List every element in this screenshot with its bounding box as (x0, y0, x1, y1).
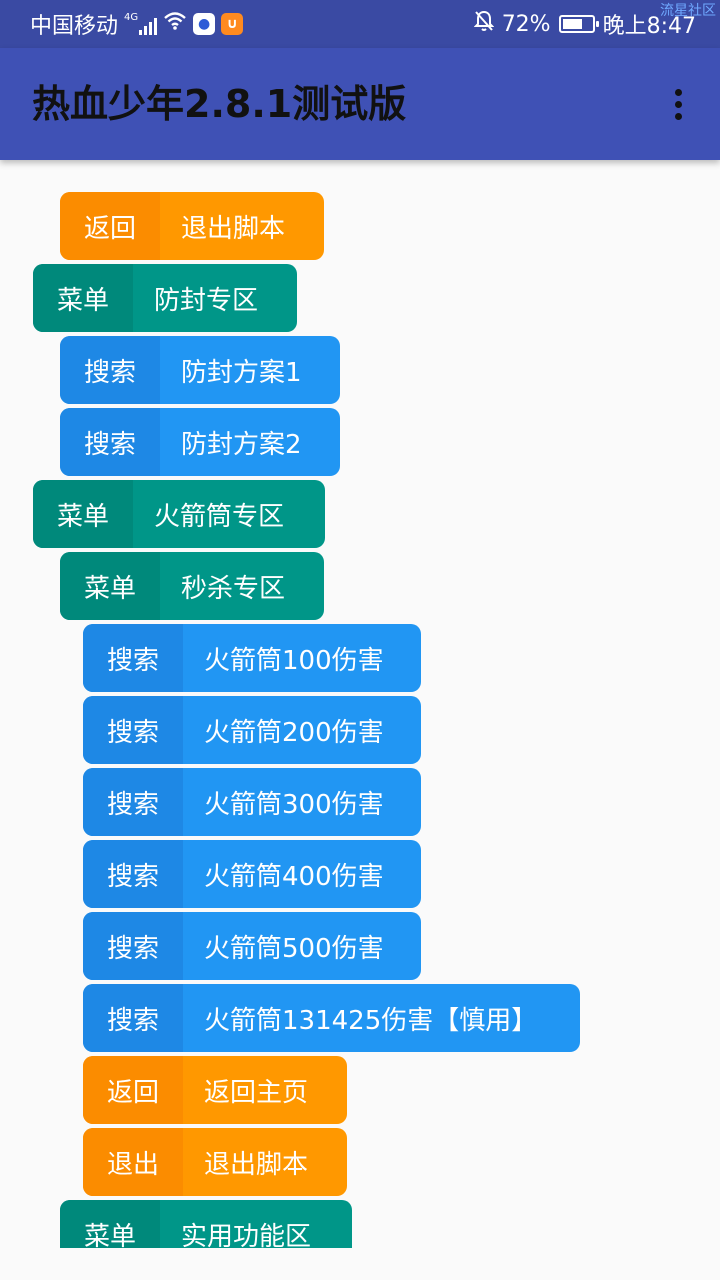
watermark-text: 流星社区 (660, 3, 716, 19)
script-menu-list: 返回 退出脚本 菜单 防封专区 搜索 防封方案1 搜索 防封方案2 菜单 火箭筒… (0, 160, 720, 1248)
wifi-icon (163, 11, 187, 37)
item-tag: 搜索 (83, 768, 183, 836)
item-label: 实用功能区 (181, 1221, 312, 1249)
menu-item-anti-ban-zone[interactable]: 菜单 防封专区 (33, 264, 297, 332)
item-tag: 搜索 (83, 840, 183, 908)
item-tag: 搜索 (83, 984, 183, 1052)
menu-item-rocket-131425[interactable]: 搜索 火箭筒131425伤害【慎用】 (83, 984, 580, 1052)
menu-item-rocket-100[interactable]: 搜索 火箭筒100伤害 (83, 624, 421, 692)
item-label: 防封方案2 (181, 429, 302, 460)
signal-icon: 4G (124, 12, 158, 35)
item-label: 火箭筒200伤害 (204, 717, 384, 748)
menu-item-back-exit-script[interactable]: 返回 退出脚本 (60, 192, 324, 260)
item-label: 火箭筒100伤害 (204, 645, 384, 676)
battery-icon (558, 15, 599, 33)
item-tag: 退出 (83, 1128, 183, 1196)
item-tag: 搜索 (83, 624, 183, 692)
menu-item-anti-ban-plan-1[interactable]: 搜索 防封方案1 (60, 336, 340, 404)
item-tag: 返回 (60, 192, 160, 260)
menu-item-rocket-400[interactable]: 搜索 火箭筒400伤害 (83, 840, 421, 908)
item-label: 火箭筒400伤害 (204, 861, 384, 892)
baidu-app-icon: ● (193, 13, 216, 35)
uc-app-icon: ∪ (221, 13, 244, 35)
item-label: 火箭筒500伤害 (204, 933, 384, 964)
item-tag: 返回 (83, 1056, 183, 1124)
menu-item-utility-zone[interactable]: 菜单 实用功能区 (60, 1200, 352, 1248)
status-left: 中国移动 4G ● ∪ (30, 0, 244, 48)
item-tag: 搜索 (83, 912, 183, 980)
item-label: 防封方案1 (181, 357, 302, 388)
menu-item-instant-kill-zone[interactable]: 菜单 秒杀专区 (60, 552, 324, 620)
carrier-name: 中国移动 (30, 14, 119, 39)
item-label: 秒杀专区 (181, 573, 286, 604)
battery-fill (562, 19, 582, 29)
menu-item-rocket-300[interactable]: 搜索 火箭筒300伤害 (83, 768, 421, 836)
overflow-menu-icon[interactable] (658, 84, 698, 124)
item-tag: 菜单 (33, 480, 133, 548)
item-tag: 搜索 (83, 696, 183, 764)
item-tag: 菜单 (60, 552, 160, 620)
app-toolbar: 热血少年2.8.1测试版 (0, 48, 720, 160)
menu-item-rocket-zone[interactable]: 菜单 火箭筒专区 (33, 480, 325, 548)
menu-item-exit-script[interactable]: 退出 退出脚本 (83, 1128, 347, 1196)
item-label: 防封专区 (154, 285, 259, 316)
item-label: 退出脚本 (181, 213, 286, 244)
item-label: 火箭筒专区 (154, 501, 285, 532)
menu-item-rocket-500[interactable]: 搜索 火箭筒500伤害 (83, 912, 421, 980)
mute-bell-icon (473, 10, 495, 38)
item-label: 退出脚本 (204, 1149, 309, 1180)
item-label: 火箭筒131425伤害【慎用】 (204, 1005, 538, 1036)
item-tag: 菜单 (60, 1200, 160, 1248)
network-type: 4G (124, 12, 139, 23)
item-label: 火箭筒300伤害 (204, 789, 384, 820)
item-tag: 菜单 (33, 264, 133, 332)
page-title: 热血少年2.8.1测试版 (32, 82, 407, 126)
battery-percent: 72% (501, 11, 551, 37)
item-tag: 搜索 (60, 336, 160, 404)
item-label: 返回主页 (204, 1077, 309, 1108)
menu-item-rocket-200[interactable]: 搜索 火箭筒200伤害 (83, 696, 421, 764)
item-tag: 搜索 (60, 408, 160, 476)
menu-item-back-home[interactable]: 返回 返回主页 (83, 1056, 347, 1124)
status-bar: 中国移动 4G ● ∪ 72% 晚上8:47 流星社区 (0, 0, 720, 48)
menu-item-anti-ban-plan-2[interactable]: 搜索 防封方案2 (60, 408, 340, 476)
